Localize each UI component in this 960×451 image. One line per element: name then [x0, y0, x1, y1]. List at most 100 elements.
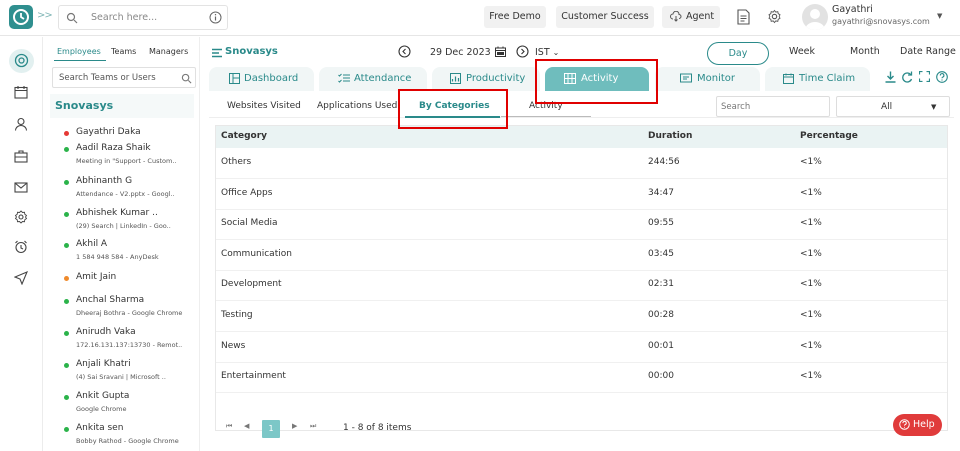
cell-percentage: <1%: [800, 340, 822, 351]
help-circle-icon: [899, 419, 910, 430]
tab-teams[interactable]: Teams: [111, 47, 136, 56]
table-row[interactable]: Development 02:31 <1%: [216, 270, 947, 302]
refresh-icon[interactable]: [901, 71, 913, 83]
last-page-icon[interactable]: ⏭: [310, 422, 316, 431]
activity-tracker-icon[interactable]: [14, 53, 29, 68]
cell-duration: 34:47: [648, 187, 674, 198]
employee-list-item[interactable]: Abhishek Kumar .. (29) Search | LinkedIn …: [64, 208, 194, 236]
document-icon[interactable]: [737, 9, 750, 25]
employee-name: Ankita sen: [76, 423, 124, 433]
category-filter-select[interactable]: All ▼: [836, 96, 950, 117]
chevron-down-icon: ⌄: [552, 48, 560, 57]
table-row[interactable]: Office Apps 34:47 <1%: [216, 179, 947, 210]
tab-productivity[interactable]: Productivity: [432, 67, 540, 91]
employee-list-item[interactable]: Anjali Khatri (4) Sai Sravani | Microsoft…: [64, 359, 194, 387]
prev-page-icon[interactable]: ◀: [244, 422, 249, 430]
first-page-icon[interactable]: ⏮: [226, 422, 232, 431]
tab-attendance[interactable]: Attendance: [319, 67, 427, 91]
chart-icon: [450, 73, 461, 84]
range-month-button[interactable]: Month: [850, 46, 880, 57]
status-dot: [64, 212, 69, 217]
settings-gear-icon[interactable]: [767, 9, 782, 24]
table-row[interactable]: Others 244:56 <1%: [216, 148, 947, 179]
employee-current-activity: Google Chrome: [76, 405, 127, 413]
download-icon[interactable]: [885, 71, 896, 83]
employee-list-item[interactable]: Aadil Raza Shaik Meeting in "Support - Cu…: [64, 143, 194, 171]
tab-label: Dashboard: [244, 73, 299, 84]
employee-list-item[interactable]: Abhinanth G Attendance - V2.pptx - Googl.…: [64, 176, 194, 204]
tab-dashboard[interactable]: Dashboard: [209, 67, 314, 91]
category-search-input[interactable]: Search: [721, 102, 750, 112]
employee-search[interactable]: Search Teams or Users: [52, 67, 196, 88]
range-week-button[interactable]: Week: [789, 46, 815, 57]
tab-toolbar: [885, 71, 951, 87]
table-row[interactable]: Social Media 09:55 <1%: [216, 209, 947, 241]
column-header-percentage[interactable]: Percentage: [800, 131, 858, 141]
range-custom-button[interactable]: Date Range: [900, 46, 956, 57]
tab-employees[interactable]: Employees: [57, 47, 101, 56]
alarm-clock-icon[interactable]: [14, 240, 28, 254]
calendar-icon[interactable]: [14, 85, 28, 99]
highlight-by-categories-subtab: [398, 89, 508, 129]
selected-date[interactable]: 29 Dec 2023: [430, 47, 491, 58]
user-menu-caret-icon[interactable]: ▼: [937, 12, 942, 20]
subtab-websites-visited[interactable]: Websites Visited: [227, 101, 301, 111]
fullscreen-icon[interactable]: [919, 71, 930, 82]
employee-name: Anchal Sharma: [76, 295, 145, 305]
table-row[interactable]: Testing 00:28 <1%: [216, 301, 947, 332]
org-row[interactable]: Snovasys: [50, 94, 194, 118]
avatar[interactable]: [802, 4, 828, 30]
subtab-applications-used[interactable]: Applications Used: [317, 101, 397, 111]
employee-list-item[interactable]: Anirudh Vaka 172.16.131.137:13730 - Remot…: [64, 327, 194, 355]
cell-duration: 00:00: [648, 371, 674, 382]
menu-icon[interactable]: [212, 48, 222, 58]
agent-button[interactable]: Agent: [662, 6, 720, 28]
cloud-download-icon: [670, 11, 682, 22]
table-row[interactable]: Entertainment 00:00 <1%: [216, 362, 947, 394]
dashboard-icon: [229, 73, 240, 84]
search-input[interactable]: Search here...: [91, 12, 157, 23]
timezone-select[interactable]: IST ⌄: [535, 47, 559, 58]
category-search[interactable]: Search: [716, 96, 830, 117]
cell-percentage: <1%: [800, 157, 822, 167]
employee-list-item[interactable]: Ankit Gupta Google Chrome: [64, 391, 194, 419]
employee-list-item[interactable]: Akhil A 1 584 948 584 - AnyDesk: [64, 239, 194, 267]
status-dot: [64, 427, 69, 432]
tab-managers[interactable]: Managers: [149, 47, 188, 56]
help-circle-icon[interactable]: [936, 71, 948, 83]
employee-list-item[interactable]: Anchal Sharma Dheeraj Bothra - Google Chr…: [64, 295, 194, 323]
app-logo[interactable]: [9, 5, 33, 29]
previous-date-icon[interactable]: [398, 45, 411, 58]
user-icon[interactable]: [14, 117, 28, 131]
cell-percentage: <1%: [800, 279, 822, 290]
range-day-button[interactable]: Day: [707, 42, 769, 65]
tab-monitor[interactable]: Monitor: [655, 67, 760, 91]
column-header-duration[interactable]: Duration: [648, 131, 692, 141]
next-date-icon[interactable]: [516, 45, 529, 58]
employee-search-input[interactable]: Search Teams or Users: [59, 73, 156, 83]
tab-time-claim[interactable]: Time Claim: [765, 67, 870, 91]
send-icon[interactable]: [14, 271, 28, 285]
next-page-icon[interactable]: ▶: [292, 422, 297, 430]
table-row[interactable]: Communication 03:45 <1%: [216, 240, 947, 271]
search-icon: [181, 73, 192, 84]
settings-icon[interactable]: [14, 210, 28, 224]
briefcase-icon[interactable]: [14, 149, 28, 163]
global-search[interactable]: Search here...: [58, 5, 228, 30]
info-icon[interactable]: [209, 11, 222, 24]
expand-sidebar-icon[interactable]: >>: [37, 10, 53, 21]
mail-icon[interactable]: [14, 180, 28, 194]
column-header-category[interactable]: Category: [221, 131, 267, 141]
employee-current-activity: Meeting in "Support - Custom..: [76, 157, 177, 165]
cell-duration: 09:55: [648, 218, 674, 229]
highlight-activity-tab: [535, 59, 658, 104]
page-button-current[interactable]: 1: [262, 420, 280, 438]
customer-success-button[interactable]: Customer Success: [556, 6, 654, 28]
calendar-icon[interactable]: [495, 46, 506, 57]
table-row[interactable]: News 00:01 <1%: [216, 332, 947, 363]
help-button[interactable]: Help: [893, 414, 942, 436]
left-nav-rail: [0, 37, 43, 451]
employee-list-item[interactable]: Ankita sen Bobby Rathod - Google Chrome: [64, 423, 194, 451]
free-demo-button[interactable]: Free Demo: [484, 6, 546, 28]
employee-current-activity: 172.16.131.137:13730 - Remot..: [76, 341, 183, 349]
